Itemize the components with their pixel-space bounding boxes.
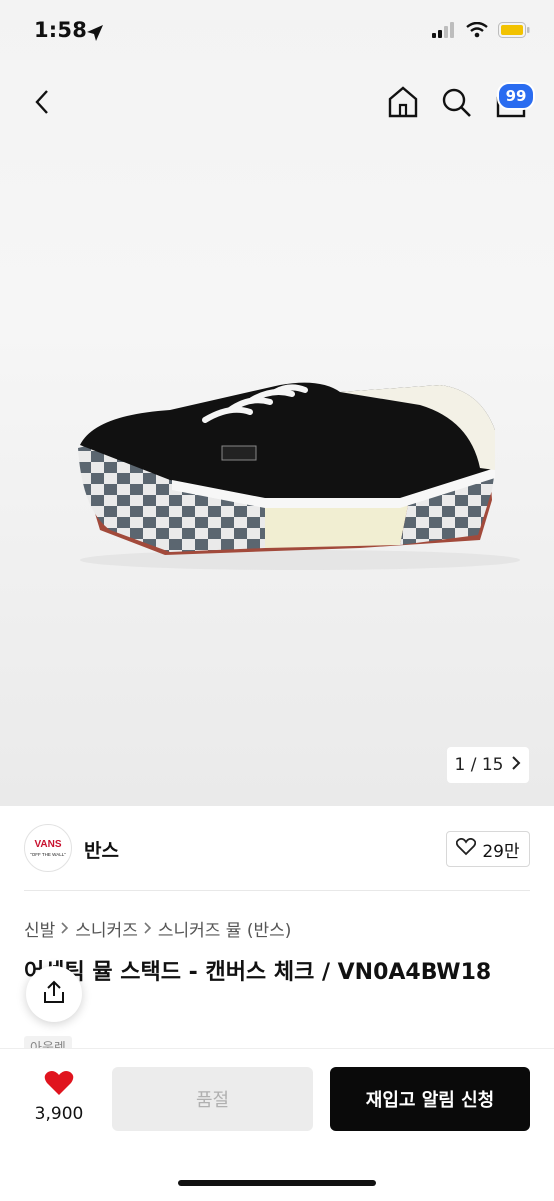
wishlist-button[interactable]: 3,900: [24, 1066, 94, 1130]
gallery-counter-text: 1 / 15: [454, 755, 504, 775]
product-title: 어센틱 뮬 스택드 - 캔버스 체크 / VN0A4BW18: [24, 960, 492, 985]
svg-text:"OFF THE WALL": "OFF THE WALL": [30, 852, 66, 857]
gallery-page-counter[interactable]: 1 / 15: [447, 747, 529, 783]
breadcrumb-item[interactable]: 신발: [24, 916, 55, 941]
home-indicator: [178, 1180, 376, 1186]
search-icon: [442, 88, 472, 122]
breadcrumb: 신발 스니커즈 스니커즈 뮬 (반스): [24, 916, 291, 941]
chevron-right-icon: [144, 920, 152, 938]
brand-logo[interactable]: VANS "OFF THE WALL": [24, 824, 72, 872]
wifi-icon: [466, 21, 488, 42]
signal-icon: [432, 22, 456, 42]
chevron-right-icon: [511, 755, 521, 775]
breadcrumb-item[interactable]: 스니커즈: [75, 916, 138, 941]
home-icon: [387, 85, 419, 123]
home-button[interactable]: [386, 86, 420, 122]
divider: [24, 890, 530, 891]
cart-badge: 99: [497, 82, 535, 110]
heart-filled-icon: [44, 1070, 74, 1100]
battery-icon: [498, 22, 530, 42]
back-button[interactable]: [28, 88, 56, 120]
soldout-button[interactable]: 품절: [112, 1067, 313, 1131]
location-arrow-icon: [86, 24, 104, 46]
heart-outline-icon: [456, 837, 477, 861]
brand-name[interactable]: 반스: [84, 836, 119, 863]
restock-alert-button[interactable]: 재입고 알림 신청: [330, 1067, 530, 1131]
share-button[interactable]: [26, 966, 82, 1022]
chevron-right-icon: [61, 920, 69, 938]
vans-logo-image: VANS "OFF THE WALL": [30, 839, 66, 857]
like-count: 29만: [482, 841, 520, 862]
share-icon: [43, 980, 65, 1008]
wishlist-count: 3,900: [34, 1104, 84, 1124]
status-time: 1:58: [34, 18, 88, 42]
breadcrumb-item[interactable]: 스니커즈 뮬 (반스): [158, 916, 292, 941]
search-button[interactable]: [440, 88, 474, 122]
status-indicators: [432, 21, 530, 42]
svg-text:VANS: VANS: [34, 839, 61, 850]
chevron-left-icon: [35, 89, 49, 119]
like-button[interactable]: 29만: [446, 831, 530, 867]
